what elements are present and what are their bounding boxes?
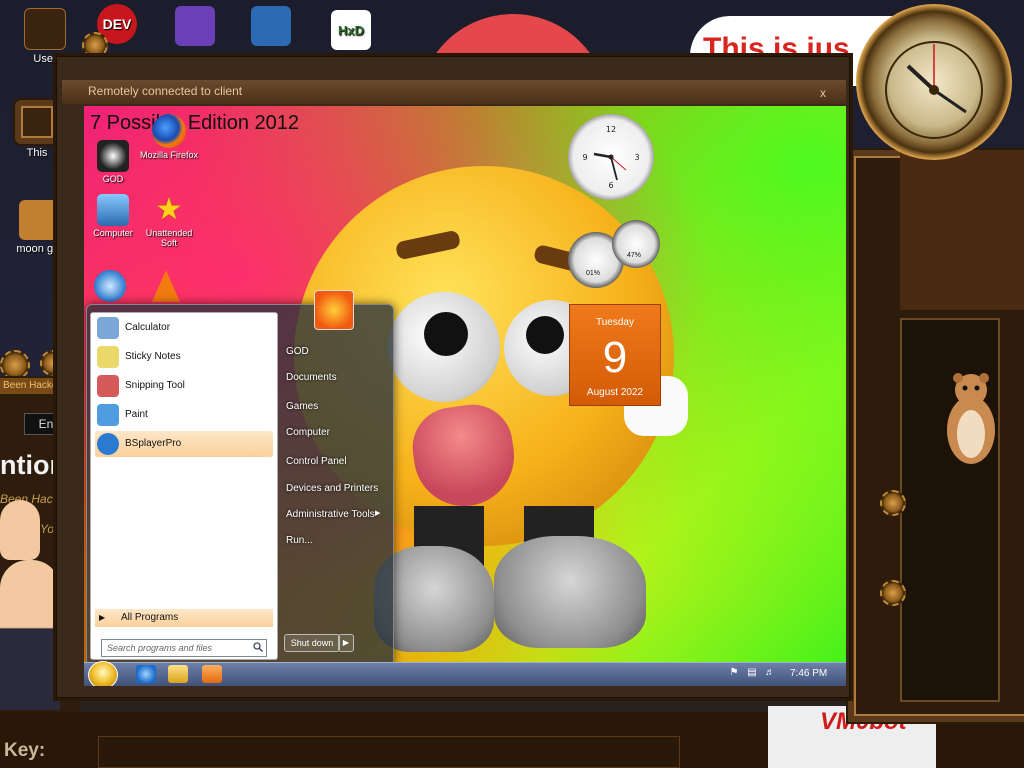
computer-icon <box>97 194 129 226</box>
hxd-glyph: HxD <box>331 10 371 50</box>
snipping-tool-icon <box>97 375 119 397</box>
paint-icon <box>97 404 119 426</box>
action-center-icon[interactable]: ⚑ <box>728 667 740 679</box>
user-picture[interactable] <box>314 290 354 330</box>
calculator-icon <box>97 317 119 339</box>
vlc-icon[interactable] <box>152 270 180 302</box>
clock-face-icon: 12 3 6 9 <box>582 125 639 190</box>
taskbar-clock[interactable]: 7:46 PM <box>790 668 827 679</box>
desktop-icon-label: Computer <box>93 228 133 238</box>
remote-screen[interactable]: 7 Possible Edition 2012 GOD Mozilla Fire… <box>84 106 846 686</box>
menu-right-computer[interactable]: Computer <box>286 427 386 438</box>
start-orb-button[interactable] <box>88 661 118 686</box>
close-icon[interactable]: x <box>820 86 838 100</box>
clock-gadget[interactable]: 12 3 6 9 <box>568 114 654 200</box>
gear-icon <box>82 32 108 58</box>
cartoon-face-image <box>0 500 40 560</box>
star-icon: ★ <box>155 193 183 226</box>
hamster-image <box>947 373 995 464</box>
visual-studio-icon[interactable] <box>160 6 230 49</box>
volume-icon[interactable]: ♬ <box>764 667 776 679</box>
menu-item-label: Calculator <box>125 322 171 333</box>
hxd-icon[interactable]: HxD <box>316 10 386 53</box>
ram-meter-value: 47% <box>627 252 642 259</box>
arrow-right-icon: ▶ <box>99 613 106 622</box>
god-icon <box>97 140 129 172</box>
desktop-icon-god[interactable]: GOD <box>84 140 142 184</box>
smiley-shoe <box>494 536 646 648</box>
menu-item-label: Snipping Tool <box>125 380 185 391</box>
menu-item-bsplayer[interactable]: BSplayerPro <box>95 431 273 457</box>
key-input[interactable] <box>98 736 680 768</box>
desktop-icon-label: GOD <box>102 174 124 184</box>
desktop-icon-label: This <box>26 147 48 159</box>
search-placeholder: Search programs and files <box>107 643 213 653</box>
all-programs-label: All Programs <box>121 612 179 623</box>
desktop-icon-label: Mozilla Firefox <box>140 150 199 160</box>
menu-right-devices-printers[interactable]: Devices and Printers <box>286 483 386 494</box>
desktop-icon-label: User <box>33 53 57 65</box>
folder-glyph <box>24 8 66 50</box>
calendar-day: Tuesday <box>596 317 634 328</box>
desktop-icon-label: moon girl <box>16 243 62 255</box>
key-label: Key: <box>4 740 46 761</box>
menu-right-admin-tools[interactable]: Administrative Tools <box>286 509 386 520</box>
virtualbox-glyph <box>251 6 291 46</box>
svg-text:12: 12 <box>606 125 616 134</box>
shutdown-button[interactable]: Shut down <box>284 634 340 652</box>
bsplayer-icon <box>97 433 119 455</box>
desktop-icon-computer[interactable]: Computer <box>84 194 142 238</box>
menu-right-documents[interactable]: Documents <box>286 372 386 383</box>
firefox-icon <box>152 114 186 148</box>
network-tray-icon[interactable]: ▤ <box>746 667 758 679</box>
menu-item-paint[interactable]: Paint <box>95 402 273 428</box>
visual-studio-glyph <box>175 6 215 46</box>
internet-explorer-icon[interactable] <box>136 665 156 683</box>
search-input[interactable]: Search programs and files <box>101 639 267 657</box>
menu-item-sticky-notes[interactable]: Sticky Notes <box>95 344 273 370</box>
menu-right-god[interactable]: GOD <box>286 346 386 357</box>
gear-icon <box>880 580 906 606</box>
remote-window-title: Remotely connected to client <box>88 84 243 98</box>
menu-right-run[interactable]: Run... <box>286 535 386 546</box>
cartoon-person-image <box>0 560 60 710</box>
moon-girl-glyph <box>19 200 59 240</box>
chevron-right-icon[interactable]: ▶ <box>338 634 354 652</box>
start-menu-programs: Calculator Sticky Notes Snipping Tool Pa… <box>90 312 278 660</box>
smiley-pupil <box>526 316 564 354</box>
virtualbox-icon[interactable] <box>236 6 306 49</box>
arrow-right-icon: ▶ <box>375 510 381 517</box>
this-glyph <box>15 100 59 144</box>
cpu-meter-value: 01% <box>586 270 601 277</box>
svg-text:6: 6 <box>608 181 613 190</box>
sticky-notes-icon <box>97 346 119 368</box>
svg-text:3: 3 <box>634 153 639 162</box>
gear-icon <box>880 490 906 516</box>
smiley-pupil <box>424 312 468 356</box>
network-icon[interactable] <box>94 270 126 302</box>
calendar-date: 9 <box>602 333 628 382</box>
menu-item-calculator[interactable]: Calculator <box>95 315 273 341</box>
menu-right-control-panel[interactable]: Control Panel <box>286 456 386 467</box>
desktop-icon-unattended[interactable]: ★ Unattended Soft <box>140 193 198 249</box>
steampunk-inner-panel <box>900 150 1024 310</box>
menu-right-games[interactable]: Games <box>286 401 386 412</box>
desktop-icon-label: Unattended Soft <box>145 228 193 248</box>
menu-item-label: Sticky Notes <box>125 351 181 362</box>
menu-item-label: Paint <box>125 409 148 420</box>
menu-item-snipping-tool[interactable]: Snipping Tool <box>95 373 273 399</box>
explorer-folder-icon[interactable] <box>168 665 188 683</box>
desktop-icon-firefox[interactable]: Mozilla Firefox <box>140 114 198 160</box>
ram-meter-gadget[interactable]: 47% <box>612 220 660 268</box>
all-programs-button[interactable]: ▶ All Programs <box>95 609 273 627</box>
media-player-icon[interactable] <box>202 665 222 683</box>
svg-text:9: 9 <box>582 153 587 162</box>
clock-face-icon <box>885 41 983 139</box>
calendar-gadget[interactable]: Tuesday 9 August 2022 <box>569 304 661 406</box>
search-icon <box>253 642 263 652</box>
calendar-month: August 2022 <box>586 387 644 398</box>
steampunk-clock <box>856 4 1012 160</box>
menu-item-label: BSplayerPro <box>125 438 182 449</box>
